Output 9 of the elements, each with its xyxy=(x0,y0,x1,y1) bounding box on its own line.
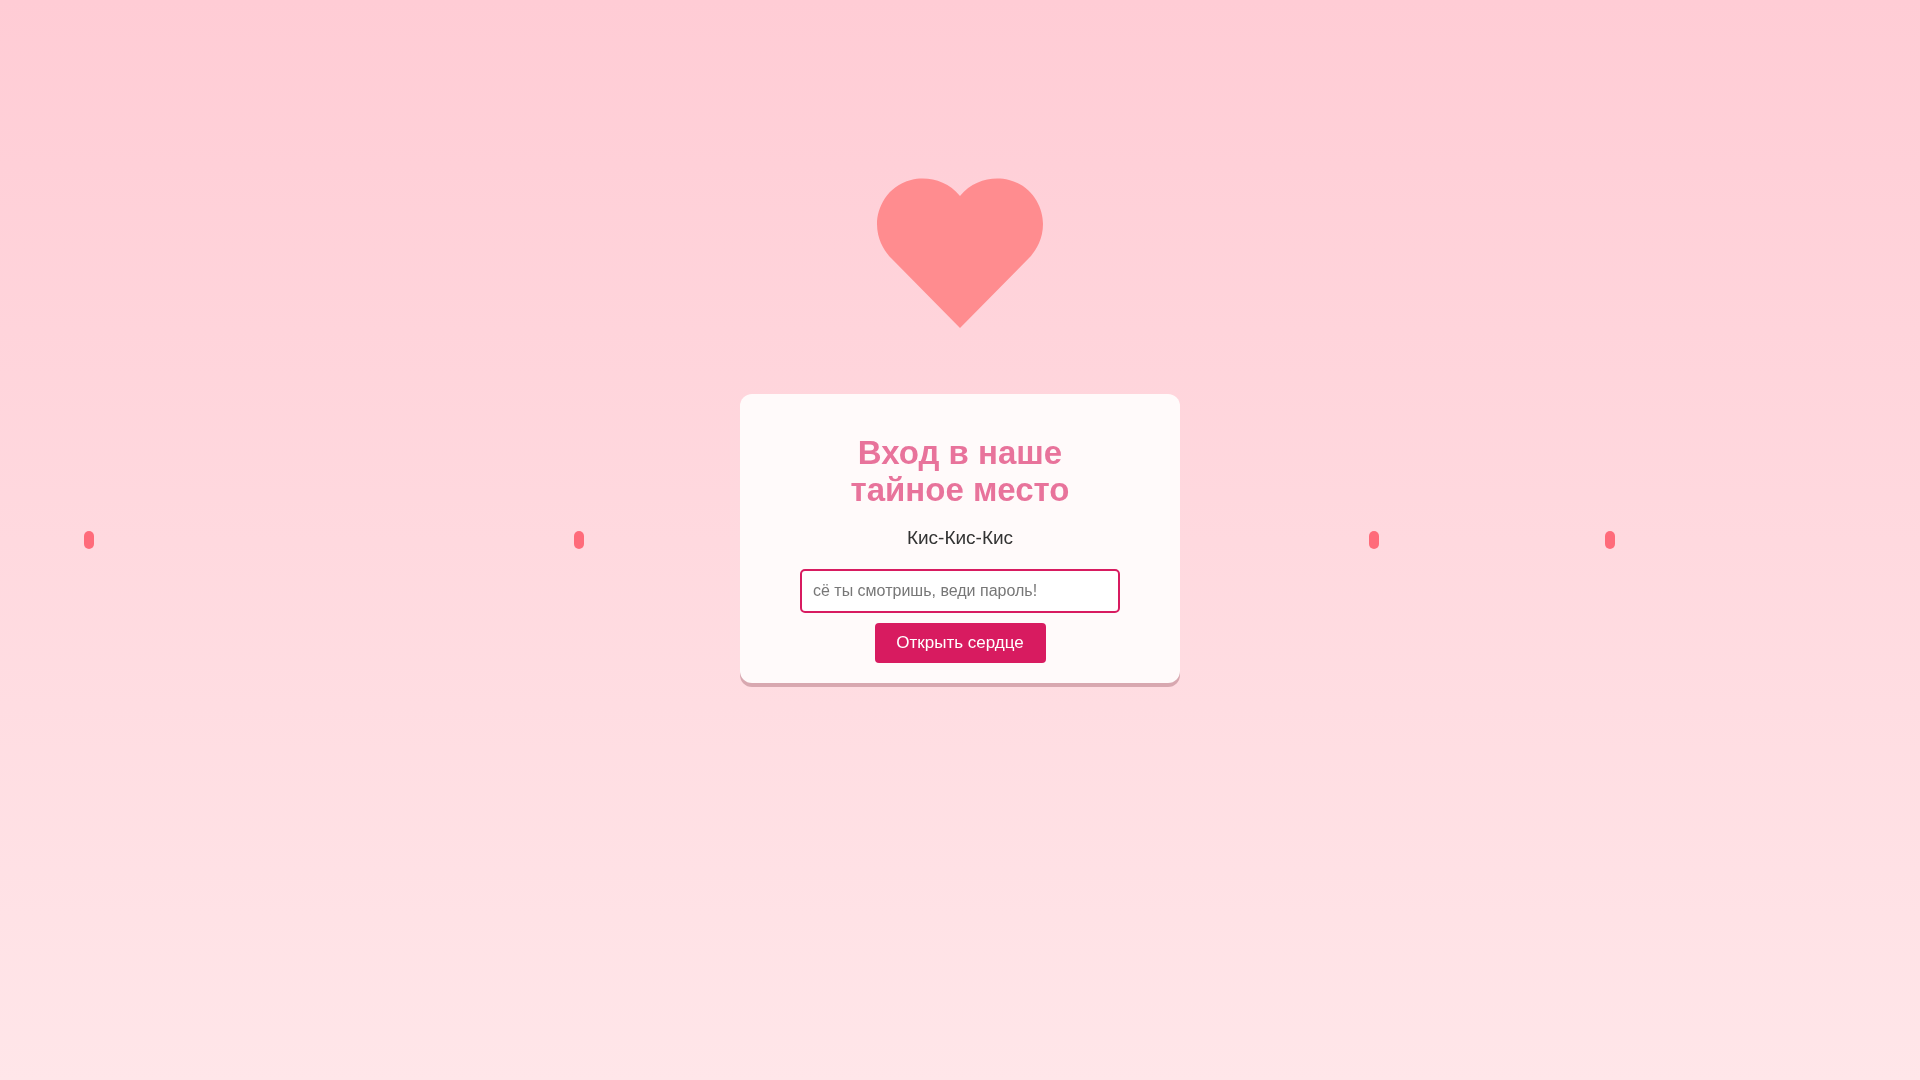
password-field[interactable]: сё ты смотришь, веди пароль! xyxy=(800,568,1120,613)
open-heart-button[interactable]: Открыть сердце xyxy=(874,622,1046,663)
card-title: Вход в наше тайное место xyxy=(849,434,1071,508)
card-subtitle: Кис-Кис-Кис xyxy=(906,526,1014,550)
petal-icon xyxy=(574,531,584,549)
petal-icon xyxy=(1369,531,1379,549)
heart-icon xyxy=(877,178,1043,330)
petal-icon xyxy=(84,531,94,549)
petal-icon xyxy=(1605,531,1615,549)
